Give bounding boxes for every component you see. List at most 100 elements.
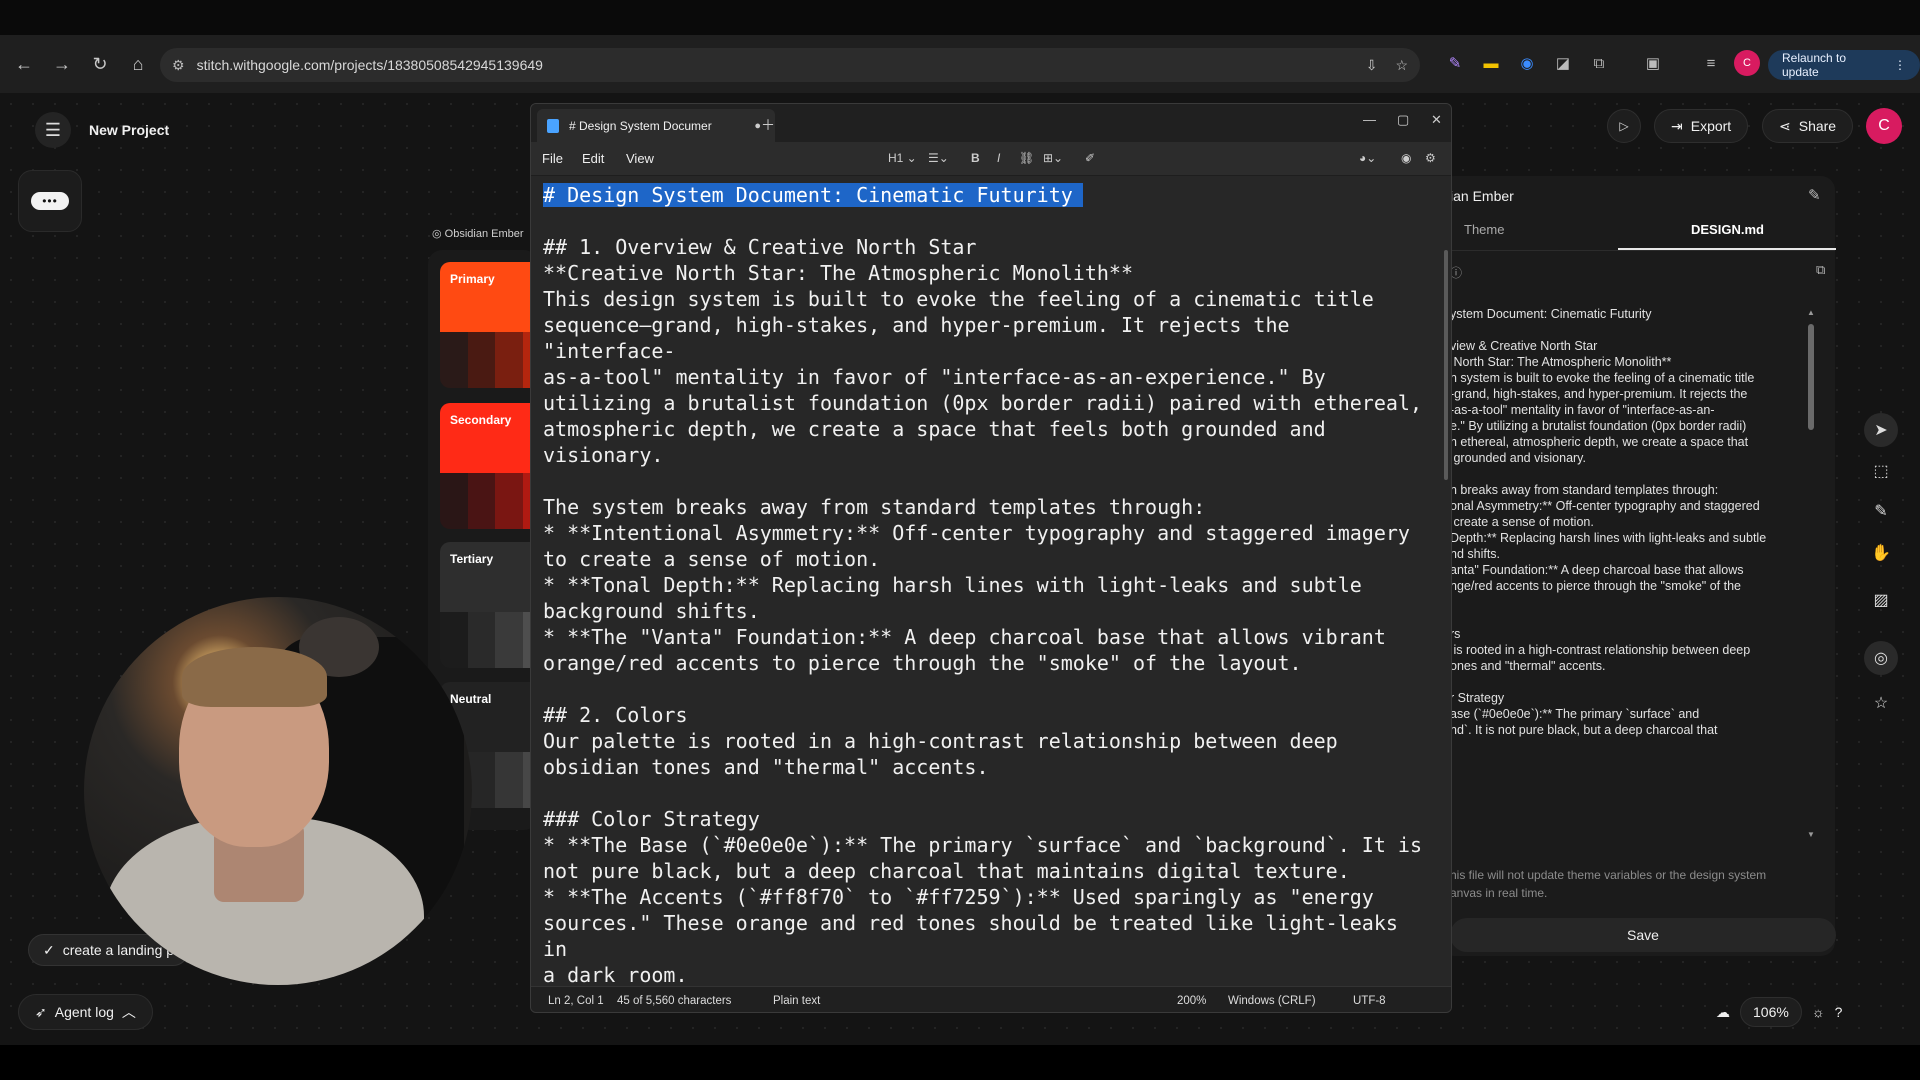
- swatch-primary[interactable]: Primary: [440, 262, 538, 388]
- bookmark-star-icon[interactable]: ☆: [1395, 57, 1408, 74]
- copy-icon[interactable]: ⧉: [1816, 262, 1825, 278]
- design-md-text[interactable]: ystem Document: Cinematic Futurity view …: [1450, 306, 1795, 840]
- notepad-window[interactable]: # Design System Documer ● ＋ — ▢ ✕ File E…: [530, 103, 1452, 1013]
- pencil-icon[interactable]: ✎: [1808, 186, 1821, 204]
- user-avatar[interactable]: C: [1866, 108, 1902, 144]
- status-zoom: 200%: [1177, 995, 1207, 1007]
- favorite-star-icon[interactable]: ☆: [1864, 686, 1898, 720]
- editor-line: The system breaks away from standard tem…: [543, 494, 1433, 520]
- menu-edit[interactable]: Edit: [582, 151, 604, 166]
- extension-folder-icon[interactable]: ▬: [1478, 50, 1504, 76]
- swatch-tone: [467, 612, 495, 668]
- help-icon[interactable]: ?: [1835, 1004, 1843, 1020]
- zoom-level[interactable]: 106%: [1740, 997, 1802, 1027]
- maximize-icon[interactable]: ▢: [1397, 112, 1409, 128]
- draw-pencil-icon[interactable]: ✎: [1864, 494, 1898, 528]
- cloud-sync-icon[interactable]: ☁: [1716, 1004, 1730, 1021]
- close-window-icon[interactable]: ✕: [1431, 112, 1442, 128]
- editor-line-text: **Creative North Star: The Atmospheric M…: [543, 261, 1134, 285]
- editor-line-text: * **Tonal Depth:** Replacing harsh lines…: [543, 573, 1362, 597]
- editor-line-text: This design system is built to evoke the…: [543, 287, 1374, 311]
- install-app-icon[interactable]: ⇩: [1366, 57, 1378, 74]
- scroll-down-icon[interactable]: ▼: [1807, 830, 1815, 839]
- swatch-main: Tertiary: [440, 542, 538, 612]
- editor-line: * **The "Vanta" Foundation:** A deep cha…: [543, 624, 1433, 650]
- tab-theme[interactable]: Theme: [1464, 222, 1504, 237]
- relaunch-button[interactable]: Relaunch to update ⋮: [1768, 50, 1920, 80]
- editor-line-text: sequence—grand, high-stakes, and hyper-p…: [543, 313, 1302, 363]
- italic-button[interactable]: I: [997, 151, 1000, 165]
- chat-toggle-button[interactable]: •••: [18, 170, 82, 232]
- editor-line: sources." These orange and red tones sho…: [543, 910, 1433, 962]
- new-tab-icon[interactable]: ＋: [761, 115, 775, 135]
- heading-dropdown-label: H1: [888, 151, 904, 165]
- editor-text[interactable]: # Design System Document: Cinematic Futu…: [543, 182, 1433, 1012]
- panel-scrollbar[interactable]: ▲ ▼: [1807, 308, 1815, 842]
- more-menu-icon[interactable]: ⋮: [1894, 58, 1906, 72]
- swatch-tone: [495, 752, 523, 808]
- swatch-tertiary[interactable]: Tertiary: [440, 542, 538, 668]
- link-icon[interactable]: ⛓: [1019, 151, 1034, 165]
- editor-line: utilizing a brutalist foundation (0px bo…: [543, 390, 1433, 416]
- image-icon[interactable]: ▨: [1864, 583, 1898, 617]
- table-dropdown-icon[interactable]: ⊞⌄: [1043, 151, 1063, 165]
- editor-scrollbar[interactable]: [1444, 250, 1448, 480]
- preview-play-button[interactable]: ▷: [1607, 109, 1641, 143]
- project-title[interactable]: New Project: [89, 114, 169, 146]
- palette-tool-icon[interactable]: ◎: [1864, 641, 1898, 675]
- profile-avatar[interactable]: C: [1734, 50, 1760, 76]
- editor-line: obsidian tones and "thermal" accents.: [543, 754, 1433, 780]
- forward-icon[interactable]: →: [44, 46, 80, 82]
- tab-design-md[interactable]: DESIGN.md: [1691, 222, 1764, 237]
- menu-icon[interactable]: ☰: [35, 112, 71, 148]
- account-icon[interactable]: ◉: [1401, 151, 1411, 165]
- menu-view[interactable]: View: [626, 151, 654, 166]
- minimize-icon[interactable]: —: [1363, 112, 1376, 127]
- tab-close-icon[interactable]: ●: [754, 120, 761, 132]
- hand-pan-icon[interactable]: ✋: [1864, 536, 1898, 570]
- editor-line: **Creative North Star: The Atmospheric M…: [543, 260, 1433, 286]
- editor-line-text: a dark room.: [543, 963, 688, 987]
- export-button[interactable]: ⇥ Export: [1654, 109, 1749, 143]
- swatch-secondary[interactable]: Secondary: [440, 403, 538, 529]
- editor-line: ## 1. Overview & Creative North Star: [543, 234, 1433, 260]
- swatch-tones: [440, 332, 538, 388]
- back-icon[interactable]: ←: [6, 46, 42, 82]
- marquee-select-icon[interactable]: ⬚: [1864, 454, 1898, 488]
- share-icon: ⋖: [1779, 117, 1791, 134]
- notepad-tab[interactable]: # Design System Documer ●: [537, 109, 775, 142]
- copilot-icon[interactable]: ◕⌄: [1359, 151, 1376, 165]
- editor-line: # Design System Document: Cinematic Futu…: [543, 182, 1433, 208]
- extension-circle-icon[interactable]: ◉: [1514, 50, 1540, 76]
- bold-button[interactable]: B: [971, 151, 980, 165]
- share-button[interactable]: ⋖ Share: [1762, 109, 1854, 143]
- media-queue-icon[interactable]: ≡: [1698, 50, 1724, 76]
- agent-log-button[interactable]: ➶ Agent log ︿: [18, 994, 153, 1030]
- scroll-up-icon[interactable]: ▲: [1807, 308, 1815, 317]
- swatch-tones: [440, 473, 538, 529]
- home-icon[interactable]: ⌂: [120, 46, 156, 82]
- clear-formatting-icon[interactable]: ✐: [1085, 151, 1095, 165]
- heading-dropdown[interactable]: H1 ⌄: [888, 151, 917, 165]
- split-view-icon[interactable]: ▣: [1640, 50, 1666, 76]
- settings-gear-icon[interactable]: ⚙: [1425, 151, 1436, 165]
- save-button[interactable]: Save: [1450, 918, 1836, 952]
- editor-line-text: utilizing a brutalist foundation (0px bo…: [543, 391, 1422, 415]
- site-settings-icon[interactable]: ⚙: [172, 57, 185, 74]
- list-dropdown-icon[interactable]: ☰⌄: [928, 151, 949, 165]
- extensions-puzzle-icon[interactable]: ⧉: [1586, 50, 1612, 76]
- theme-toggle-icon[interactable]: ☼: [1812, 1004, 1825, 1020]
- extension-feather-icon[interactable]: ✎: [1442, 50, 1468, 76]
- reload-icon[interactable]: ↻: [82, 46, 118, 82]
- status-line-ending: Windows (CRLF): [1228, 995, 1316, 1007]
- address-bar[interactable]: ⚙ stitch.withgoogle.com/projects/1838050…: [160, 48, 1420, 82]
- select-cursor-icon[interactable]: ➤: [1864, 413, 1898, 447]
- editor-line-text: sources." These orange and red tones sho…: [543, 911, 1410, 961]
- notepad-editor[interactable]: # Design System Document: Cinematic Futu…: [531, 176, 1451, 1012]
- menu-file[interactable]: File: [542, 151, 563, 166]
- swatch-label: Secondary: [450, 413, 512, 427]
- scroll-thumb[interactable]: [1808, 324, 1814, 430]
- editor-line-text: ## 1. Overview & Creative North Star: [543, 235, 977, 259]
- extension-pen-icon[interactable]: ◪: [1550, 50, 1576, 76]
